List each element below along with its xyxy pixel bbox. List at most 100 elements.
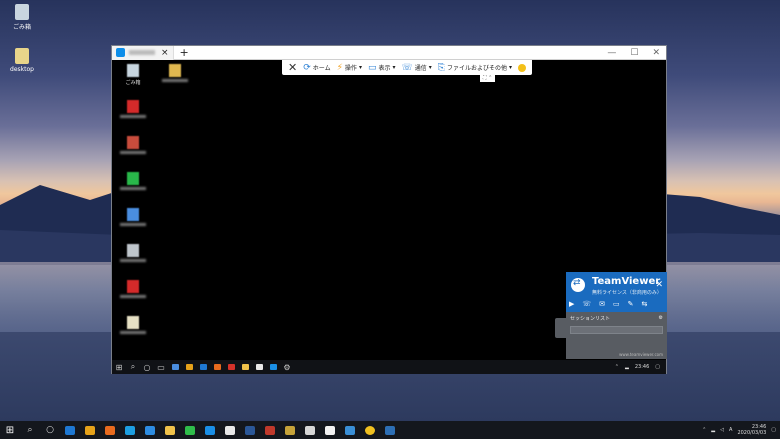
app-icon <box>127 136 139 149</box>
ime-icon[interactable]: A <box>729 427 732 433</box>
taskbar-app-explorer[interactable] <box>160 421 180 439</box>
notification-center-icon[interactable]: ▢ <box>771 427 776 433</box>
remote-icon-label <box>120 223 146 226</box>
cortana-icon[interactable]: ○ <box>140 360 154 374</box>
end-session-button[interactable]: ✕ <box>288 61 297 74</box>
remote-icon-app[interactable] <box>118 316 148 334</box>
session-tab-title <box>129 50 155 55</box>
tab-close-icon[interactable]: × <box>161 48 169 58</box>
chat-icon[interactable]: ✉ <box>599 300 605 308</box>
remote-icon-app[interactable] <box>118 136 148 154</box>
taskbar-app-photoshop[interactable] <box>380 421 400 439</box>
minimize-button[interactable]: — <box>607 46 616 60</box>
remote-icon-app[interactable] <box>118 208 148 226</box>
windows-start-icon[interactable]: ⊞ <box>112 360 126 374</box>
phone-icon[interactable]: ☏ <box>582 300 591 308</box>
taskbar-app-teamviewer[interactable] <box>200 421 220 439</box>
remote-taskbar-app[interactable] <box>238 360 252 374</box>
share-icon[interactable]: ⇆ <box>642 300 648 308</box>
app-icon <box>127 100 139 113</box>
notification-icon[interactable]: ▢ <box>655 364 660 370</box>
windows-start-icon[interactable]: ⊞ <box>0 421 20 439</box>
remote-icon-folder[interactable] <box>160 64 190 82</box>
remote-control-toolbar: ✕ ⟳ ホーム ⚡ 操作 ▾ ▭ 表示 ▾ ☏ 通信 ▾ ⎘ ファイルおよびその他 ▾ <box>282 60 533 75</box>
panel-header: TeamViewer 無料ライセンス（非商用のみ） ✕ ▶ ☏ ✉ ▭ ✎ ⇆ <box>566 272 667 312</box>
toolbar-home-button[interactable]: ⟳ ホーム <box>303 63 330 73</box>
taskbar-app-filezilla[interactable] <box>260 421 280 439</box>
remote-icon-app[interactable] <box>118 172 148 190</box>
screen-share-icon[interactable]: ▭ <box>613 300 620 308</box>
taskbar-app-edge[interactable] <box>60 421 80 439</box>
feedback-smiley-icon[interactable] <box>518 63 527 72</box>
chevron-down-icon: ▾ <box>358 64 362 71</box>
remote-taskbar-app[interactable] <box>196 360 210 374</box>
chevron-up-icon[interactable]: ⌃ <box>615 364 619 370</box>
taskbar-app-document[interactable] <box>220 421 240 439</box>
panel-action-icons: ▶ ☏ ✉ ▭ ✎ ⇆ <box>569 300 647 308</box>
taskbar-app-chrome[interactable] <box>80 421 100 439</box>
remote-icon-label <box>120 259 146 262</box>
desktop-icon-recycle-bin[interactable]: ごみ箱 <box>4 4 40 31</box>
toolbar-collapse-handle[interactable]: ⛶ ⌃ <box>480 75 496 82</box>
remote-taskbar-app[interactable] <box>168 360 182 374</box>
remote-taskbar-app[interactable] <box>182 360 196 374</box>
monitor-icon: ▭ <box>367 62 377 73</box>
app-icon <box>127 244 139 257</box>
volume-icon[interactable]: ◁ <box>720 427 724 433</box>
taskbar-app-firefox[interactable] <box>100 421 120 439</box>
chevron-down-icon: ▾ <box>428 64 432 71</box>
panel-brand: TeamViewer <box>592 276 661 287</box>
taskbar-app[interactable] <box>300 421 320 439</box>
video-icon[interactable]: ▶ <box>569 300 574 308</box>
chevron-up-icon[interactable]: ⌃ <box>702 427 706 433</box>
remote-icon-label <box>120 151 146 154</box>
taskbar-app-tool[interactable] <box>280 421 300 439</box>
clock[interactable]: 23:46 2020/03/03 <box>737 424 766 436</box>
taskbar-app[interactable] <box>320 421 340 439</box>
remote-taskbar-app[interactable] <box>224 360 238 374</box>
taskbar-app-word[interactable] <box>240 421 260 439</box>
remote-icon-label <box>120 295 146 298</box>
session-tab[interactable]: × <box>112 45 174 60</box>
search-icon[interactable]: ⌕ <box>20 421 40 439</box>
toolbar-communicate-button[interactable]: ☏ 通信 ▾ <box>402 63 432 73</box>
remote-taskbar-app[interactable] <box>210 360 224 374</box>
maximize-button[interactable]: ☐ <box>630 46 638 60</box>
remote-icon-app[interactable] <box>118 280 148 298</box>
toolbar-actions-button[interactable]: ⚡ 操作 ▾ <box>337 63 362 73</box>
remote-icon-app[interactable] <box>118 100 148 118</box>
remote-clock[interactable]: 23:46 <box>635 364 649 370</box>
task-view-icon[interactable]: ▭ <box>154 360 168 374</box>
remote-taskbar-app[interactable] <box>266 360 280 374</box>
new-tab-button[interactable]: + <box>180 46 189 59</box>
remote-icon-label: ごみ箱 <box>125 80 141 86</box>
teamviewer-icon <box>116 48 125 57</box>
session-list-header[interactable]: セッションリスト ⚙ <box>570 315 663 322</box>
settings-icon[interactable]: ⚙ <box>280 360 294 374</box>
toolbar-view-button[interactable]: ▭ 表示 ▾ <box>368 63 396 73</box>
panel-footer-link[interactable]: www.teamviewer.com <box>619 352 663 357</box>
network-icon[interactable]: ▂ <box>625 364 629 370</box>
taskbar-app-photos[interactable] <box>340 421 360 439</box>
close-button[interactable]: ✕ <box>652 46 660 60</box>
gear-icon[interactable]: ⚙ <box>659 315 663 322</box>
toolbar-files-button[interactable]: ⎘ ファイルおよびその他 ▾ <box>438 63 512 73</box>
desktop-icon-folder[interactable]: desktop <box>4 48 40 73</box>
taskbar-app-skype[interactable] <box>120 421 140 439</box>
taskbar-app-line[interactable] <box>180 421 200 439</box>
cortana-icon[interactable]: ○ <box>40 421 60 439</box>
panel-close-icon[interactable]: ✕ <box>655 280 663 290</box>
search-icon[interactable]: ⌕ <box>126 360 140 374</box>
taskbar-app-download[interactable] <box>140 421 160 439</box>
remote-icon-recycle-bin[interactable]: ごみ箱 <box>118 64 148 86</box>
remote-system-tray: ⌃ ▂ 23:46 ▢ <box>615 364 666 370</box>
pen-icon[interactable]: ✎ <box>628 300 634 308</box>
remote-taskbar-app[interactable] <box>252 360 266 374</box>
teamviewer-logo-icon <box>571 278 585 292</box>
session-list-entry[interactable] <box>570 326 663 334</box>
remote-icon-app[interactable] <box>118 244 148 262</box>
network-icon[interactable]: ▂ <box>711 427 715 433</box>
app-icon <box>127 172 139 185</box>
app-icon <box>127 208 139 221</box>
taskbar-app-smiley[interactable] <box>360 421 380 439</box>
